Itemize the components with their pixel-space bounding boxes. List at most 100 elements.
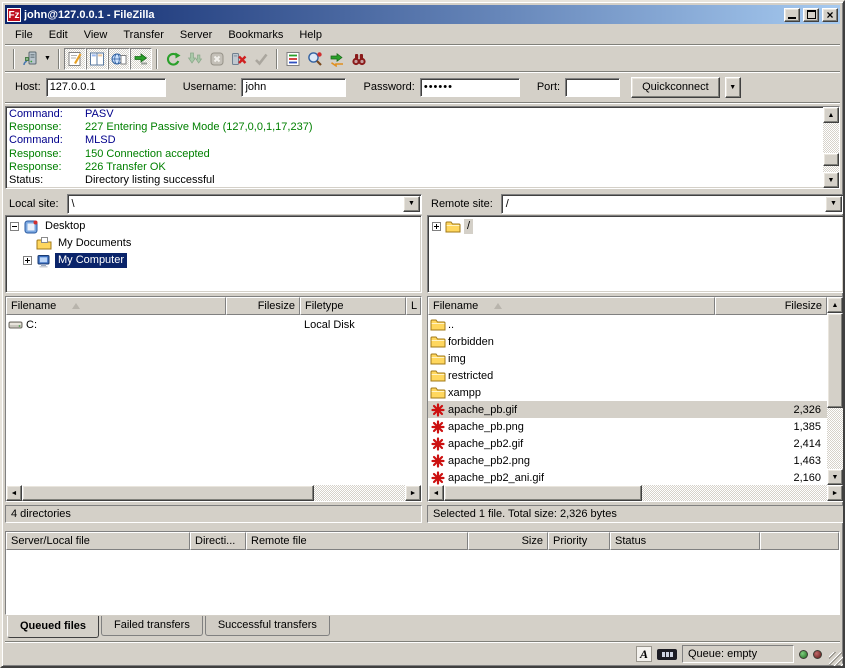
process-queue-button[interactable] xyxy=(184,48,206,70)
toggle-transfer-queue-button[interactable] xyxy=(130,48,152,70)
quickconnect-button[interactable]: Quickconnect xyxy=(631,77,720,98)
remote-list-hscrollbar[interactable]: ◄ ► xyxy=(428,485,843,501)
find-files-button[interactable] xyxy=(348,48,370,70)
menu-help[interactable]: Help xyxy=(291,27,330,43)
toggle-remote-tree-button[interactable] xyxy=(108,48,130,70)
data-type-indicator-icon[interactable]: A xyxy=(636,646,652,662)
port-label: Port: xyxy=(537,81,560,93)
tree-item-my-computer[interactable]: My Computer xyxy=(6,252,421,269)
file-row[interactable]: apache_pb.png 1,385 xyxy=(428,418,827,435)
scrollbar-thumb[interactable] xyxy=(444,485,642,501)
column-header-priority[interactable]: Priority xyxy=(548,532,610,550)
scroll-down-icon[interactable]: ▼ xyxy=(823,172,839,188)
maximize-button[interactable] xyxy=(803,8,819,22)
file-row[interactable]: restricted xyxy=(428,367,827,384)
toggle-message-log-button[interactable] xyxy=(64,48,86,70)
file-row[interactable]: forbidden xyxy=(428,333,827,350)
quickconnect-dropdown[interactable]: ▼ xyxy=(725,77,741,98)
scroll-up-icon[interactable]: ▲ xyxy=(823,107,839,123)
collapse-icon[interactable] xyxy=(10,222,19,231)
remote-list-vscrollbar[interactable]: ▲ ▼ xyxy=(827,297,843,485)
queue-header: Server/Local file Directi... Remote file… xyxy=(6,532,839,550)
port-input[interactable] xyxy=(565,78,620,97)
expand-icon[interactable] xyxy=(23,256,32,265)
host-input[interactable] xyxy=(46,78,166,97)
tab-failed-transfers[interactable]: Failed transfers xyxy=(101,616,203,636)
file-row[interactable]: .. xyxy=(428,316,827,333)
scroll-up-icon[interactable]: ▲ xyxy=(827,297,843,313)
scroll-left-icon[interactable]: ◄ xyxy=(6,485,22,501)
local-list-hscrollbar[interactable]: ◄ ► xyxy=(6,485,421,501)
transfer-queue-icon xyxy=(133,51,149,67)
column-header-filename[interactable]: Filename xyxy=(428,297,715,315)
file-row-selected[interactable]: apache_pb.gif 2,326 xyxy=(428,401,827,418)
menu-file[interactable]: File xyxy=(7,27,41,43)
local-site-combo[interactable]: \ ▼ xyxy=(67,194,422,214)
queue-body[interactable] xyxy=(6,550,839,614)
scroll-right-icon[interactable]: ► xyxy=(827,485,843,501)
log-scrollbar[interactable]: ▲ ▼ xyxy=(823,107,839,188)
column-header-filetype[interactable]: Filetype xyxy=(300,297,406,315)
column-header-direction[interactable]: Directi... xyxy=(190,532,246,550)
column-header-filesize[interactable]: Filesize xyxy=(226,297,300,315)
column-header-lastmodified[interactable]: L xyxy=(406,297,421,315)
file-row[interactable]: apache_pb2.gif 2,414 xyxy=(428,435,827,452)
combo-arrow-icon[interactable]: ▼ xyxy=(825,196,842,212)
menu-server[interactable]: Server xyxy=(172,27,220,43)
scrollbar-thumb[interactable] xyxy=(823,153,839,166)
local-status-bar: 4 directories xyxy=(5,505,422,523)
synchronized-browsing-button[interactable] xyxy=(326,48,348,70)
tab-successful-transfers[interactable]: Successful transfers xyxy=(205,616,330,636)
file-row[interactable]: apache_pb2.png 1,463 xyxy=(428,452,827,469)
tab-queued-files[interactable]: Queued files xyxy=(7,616,99,638)
remote-site-combo[interactable]: / ▼ xyxy=(501,194,844,214)
column-header-filename[interactable]: Filename xyxy=(6,297,226,315)
scroll-down-icon[interactable]: ▼ xyxy=(827,469,843,485)
resize-grip[interactable] xyxy=(829,652,843,666)
scrollbar-thumb[interactable] xyxy=(827,313,843,408)
my-computer-icon xyxy=(36,253,52,269)
username-input[interactable] xyxy=(241,78,346,97)
column-header-filesize[interactable]: Filesize xyxy=(715,297,827,315)
column-header-server-local-file[interactable]: Server/Local file xyxy=(6,532,190,550)
combo-arrow-icon[interactable]: ▼ xyxy=(403,196,420,212)
filter-button[interactable] xyxy=(282,48,304,70)
minimize-button[interactable] xyxy=(784,8,800,22)
toggle-local-tree-button[interactable] xyxy=(86,48,108,70)
password-input[interactable] xyxy=(420,78,520,97)
file-row[interactable]: xampp xyxy=(428,384,827,401)
menu-view[interactable]: View xyxy=(76,27,116,43)
refresh-button[interactable] xyxy=(162,48,184,70)
divider xyxy=(5,102,840,104)
menu-bookmarks[interactable]: Bookmarks xyxy=(220,27,291,43)
tree-item-my-documents[interactable]: My Documents xyxy=(6,235,421,252)
tree-item-root[interactable]: / xyxy=(428,218,843,235)
column-header-size[interactable]: Size xyxy=(468,532,548,550)
menu-edit[interactable]: Edit xyxy=(41,27,76,43)
disconnect-button[interactable] xyxy=(228,48,250,70)
expand-icon[interactable] xyxy=(432,222,441,231)
tree-item-desktop[interactable]: Desktop xyxy=(6,218,421,235)
filter-icon xyxy=(285,51,301,67)
reconnect-button[interactable] xyxy=(250,48,272,70)
site-manager-button[interactable] xyxy=(19,48,41,70)
file-row[interactable]: apache_pb2_ani.gif 2,160 xyxy=(428,469,827,485)
speed-limit-indicator-icon[interactable] xyxy=(657,649,677,660)
remote-site-row: Remote site: / ▼ xyxy=(427,193,844,214)
scroll-left-icon[interactable]: ◄ xyxy=(428,485,444,501)
column-header-remote-file[interactable]: Remote file xyxy=(246,532,468,550)
file-row[interactable]: img xyxy=(428,350,827,367)
remote-site-label: Remote site: xyxy=(427,198,501,210)
scrollbar-thumb[interactable] xyxy=(22,485,314,501)
site-manager-dropdown[interactable]: ▼ xyxy=(41,48,54,70)
toolbar-separator xyxy=(58,49,60,69)
local-site-value: \ xyxy=(68,198,402,210)
menu-transfer[interactable]: Transfer xyxy=(115,27,172,43)
directory-comparison-button[interactable] xyxy=(304,48,326,70)
file-row-c-drive[interactable]: C: Local Disk xyxy=(6,316,421,333)
cancel-operation-button[interactable] xyxy=(206,48,228,70)
scroll-right-icon[interactable]: ► xyxy=(405,485,421,501)
local-file-list: Filename Filesize Filetype L C: Local Di… xyxy=(5,296,422,502)
close-button[interactable]: × xyxy=(822,8,838,22)
column-header-status[interactable]: Status xyxy=(610,532,760,550)
